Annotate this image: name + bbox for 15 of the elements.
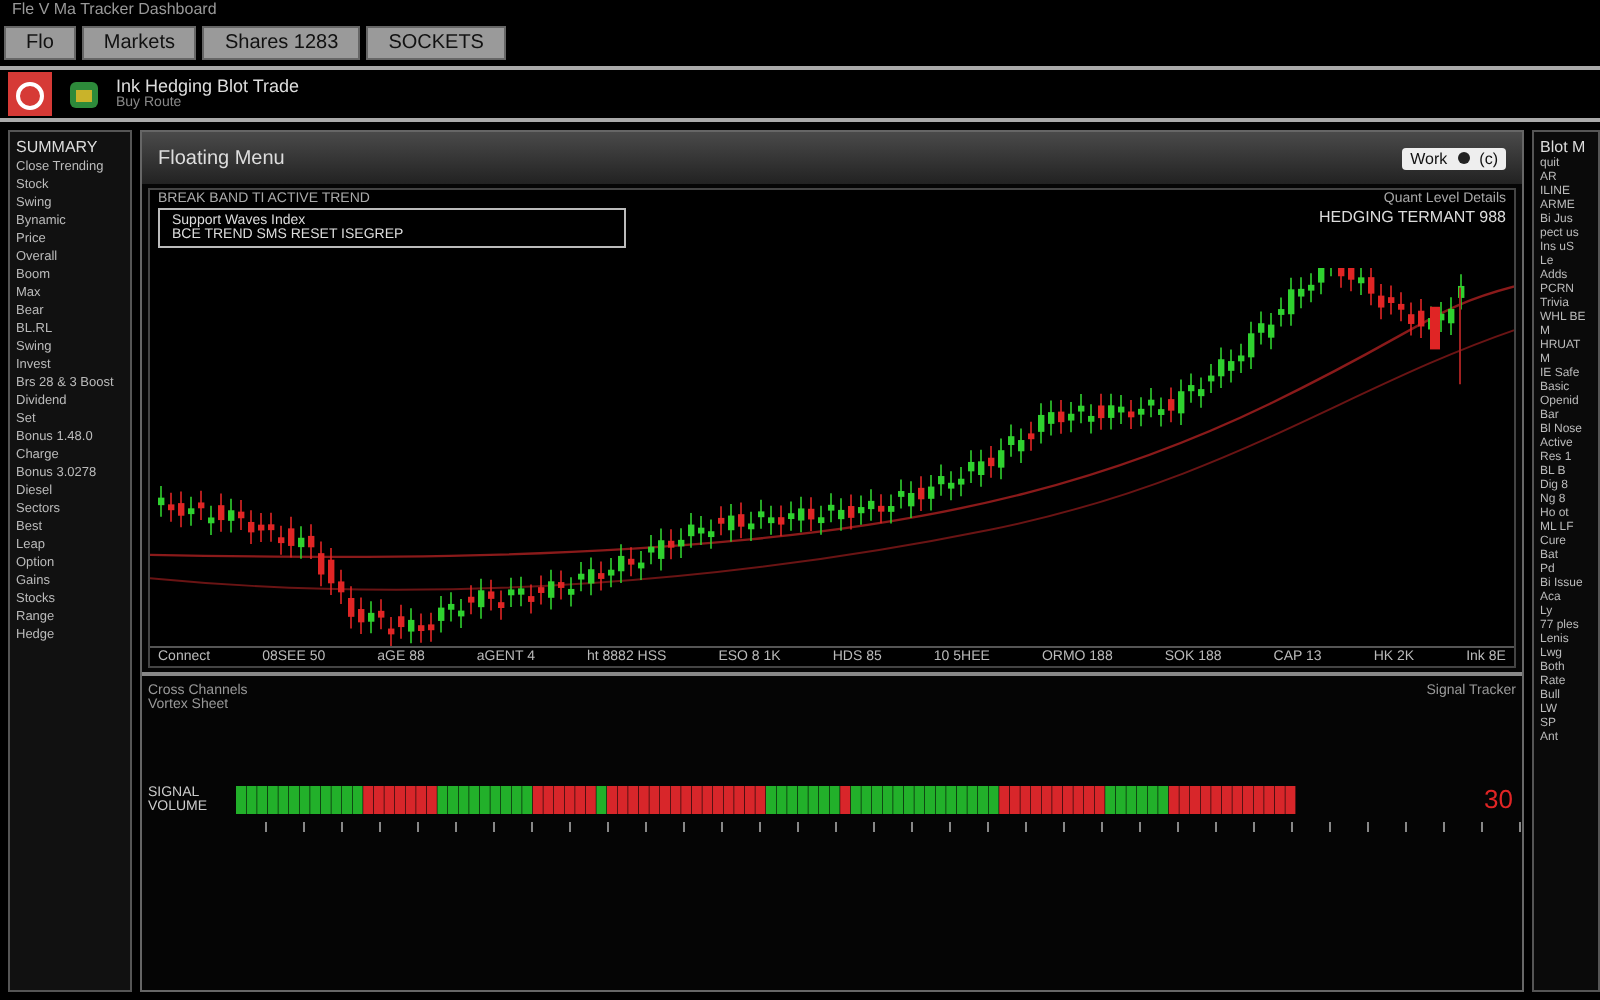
app-logo-icon [8, 72, 52, 116]
badge-icon [68, 78, 100, 110]
signal-value: 30 [1484, 784, 1513, 814]
sidebar-title: Blot M [1540, 138, 1588, 156]
work-button[interactable]: Work (c) [1402, 147, 1506, 169]
tab[interactable]: SOCKETS [366, 26, 506, 60]
panel-title: Floating Menu [158, 147, 285, 169]
menu-caption: Fle V Ma Tracker Dashboard [10, 0, 219, 20]
tab[interactable]: Markets [81, 26, 197, 60]
app-title: Ink Hedging Blot Trade [116, 78, 300, 96]
sidebar-title: SUMMARY [16, 138, 100, 156]
dot-icon [1457, 152, 1470, 164]
price-label: HEDGING TERMANT 988 [1318, 208, 1506, 226]
tab[interactable]: Flo [4, 26, 76, 60]
tab[interactable]: Shares 1283 [202, 26, 361, 60]
